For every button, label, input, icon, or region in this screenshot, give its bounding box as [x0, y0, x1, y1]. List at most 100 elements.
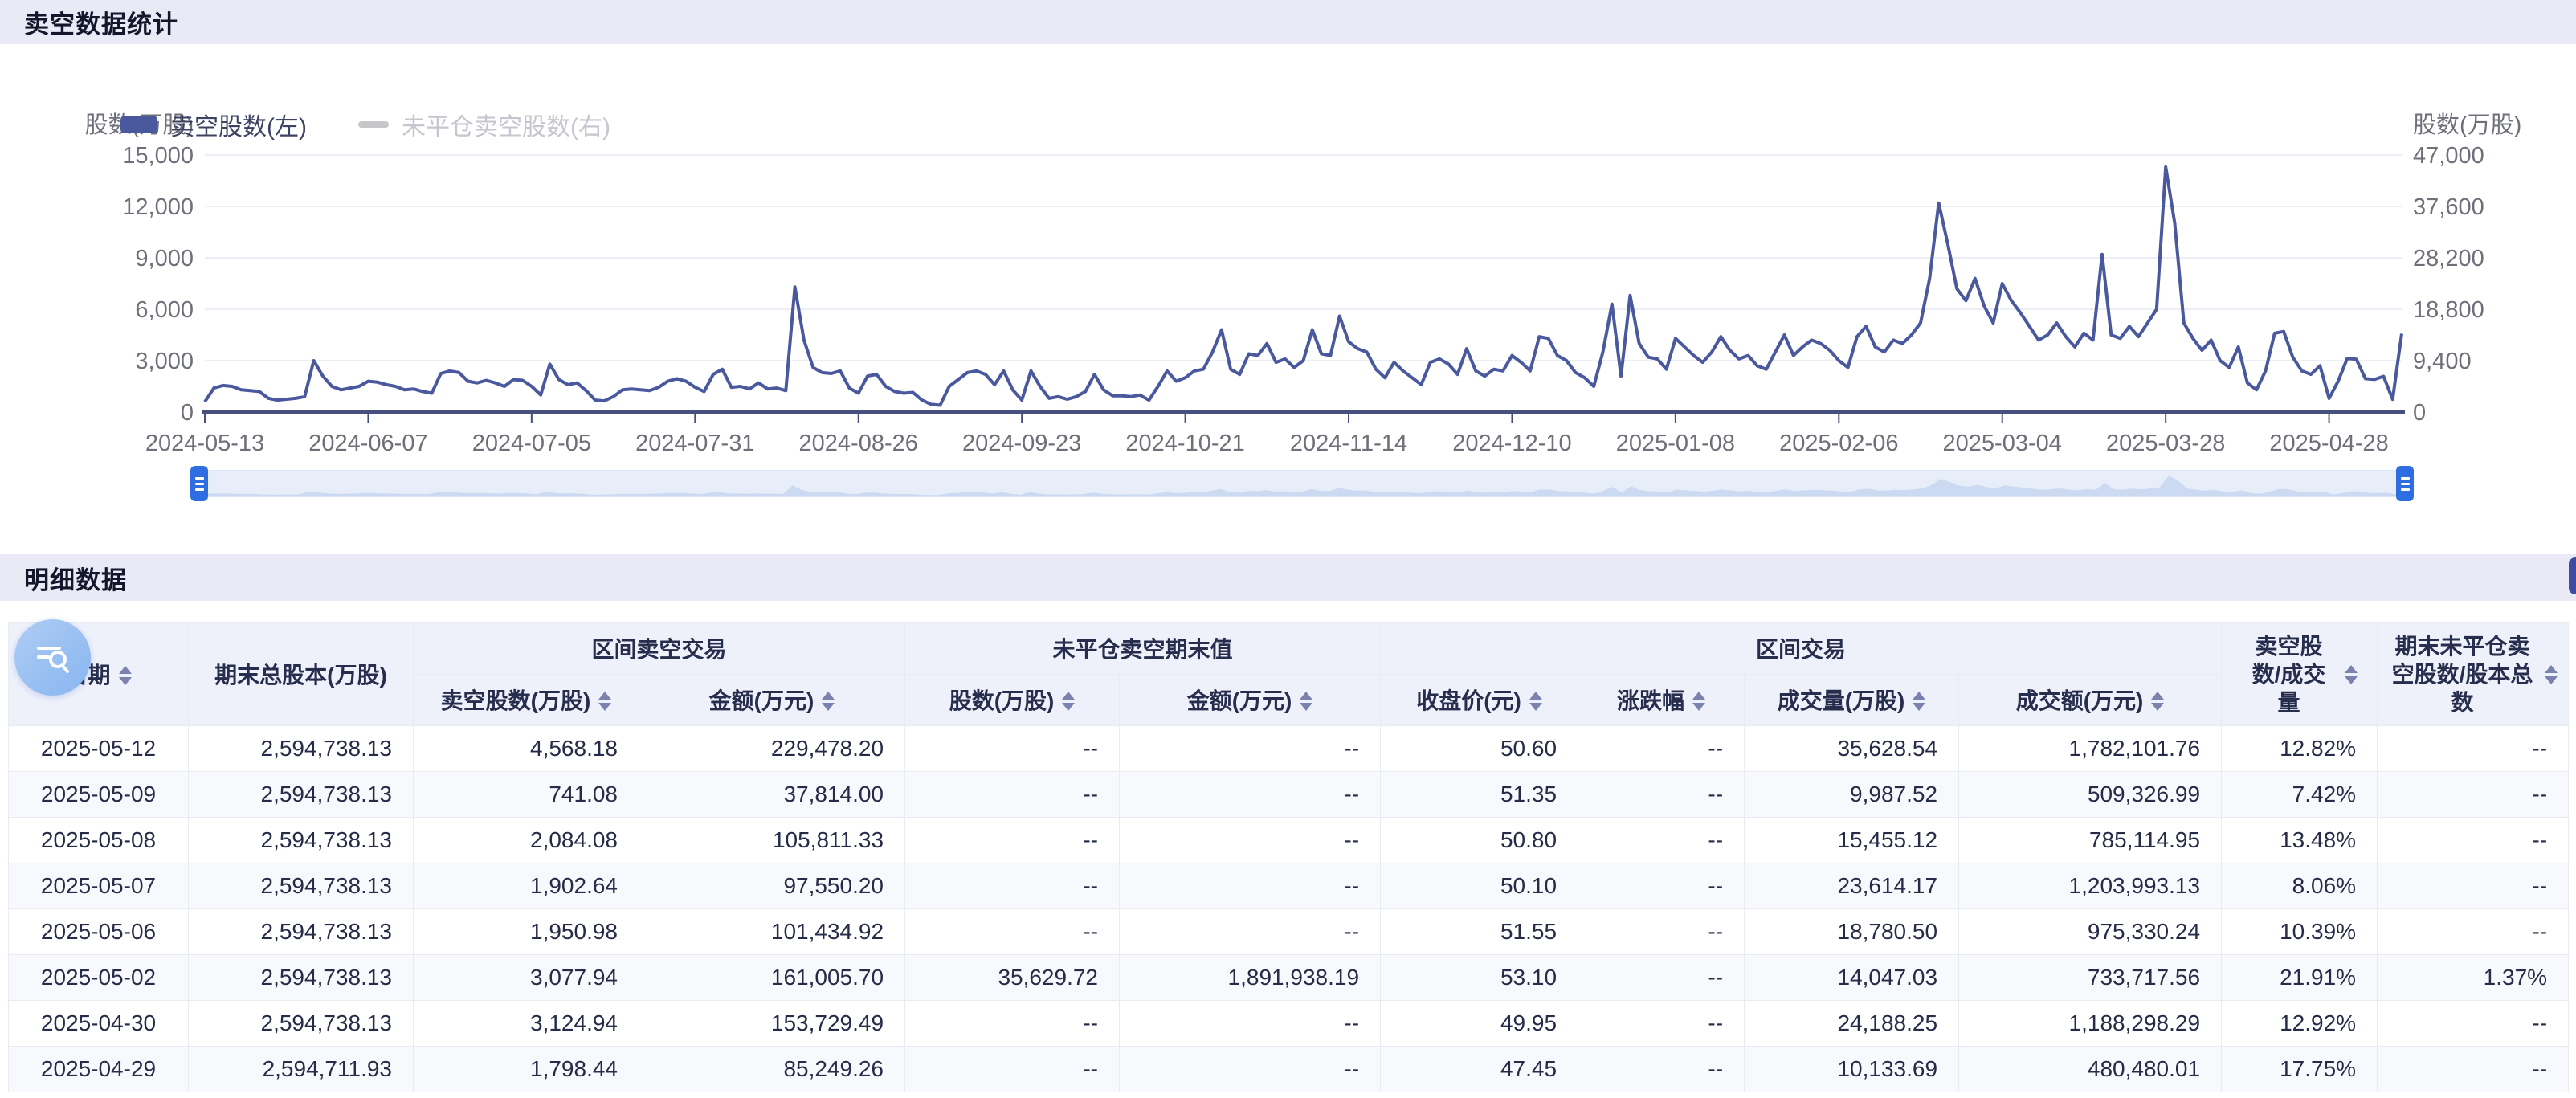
- cell-value: 12.92%: [2222, 1001, 2378, 1047]
- cell-value: --: [2378, 1047, 2569, 1092]
- col-g2-0[interactable]: 收盘价(元): [1381, 675, 1578, 726]
- cell-value: 1.37%: [2378, 955, 2569, 1001]
- col-g2-1[interactable]: 涨跌幅: [1578, 675, 1745, 726]
- cell-value: 4,568.18: [414, 726, 639, 772]
- cell-value: --: [1120, 726, 1381, 772]
- cell-date: 2025-04-30: [9, 1001, 189, 1047]
- cell-value: 1,891,938.19: [1120, 955, 1381, 1001]
- cell-value: 3,077.94: [414, 955, 639, 1001]
- svg-text:2024-12-10: 2024-12-10: [1452, 431, 1571, 456]
- detail-table: 日期期末总股本(万股)区间卖空交易未平仓卖空期末值区间交易卖空股数/成交量期末未…: [8, 622, 2569, 1092]
- column-label: 未平仓卖空期末值: [1053, 635, 1233, 663]
- cell-value: 153,729.49: [639, 1001, 905, 1047]
- cell-value: 35,628.54: [1745, 726, 1959, 772]
- table-row: 2025-04-292,594,711.931,798.4485,249.26-…: [9, 1047, 2569, 1092]
- column-label: 成交额(万元): [2016, 687, 2144, 715]
- table-filter-button[interactable]: [14, 619, 91, 696]
- cell-value: 509,326.99: [1959, 772, 2222, 818]
- cell-value: 2,594,711.93: [189, 1047, 414, 1092]
- cell-value: 37,814.00: [639, 772, 905, 818]
- edge-widget-sliver[interactable]: [2569, 557, 2576, 594]
- legend-swatch: [120, 116, 157, 133]
- cell-value: 21.91%: [2222, 955, 2378, 1001]
- column-label: 金额(万元): [709, 687, 814, 715]
- cell-value: 9,987.52: [1745, 772, 1959, 818]
- cell-value: 24,188.25: [1745, 1001, 1959, 1047]
- cell-value: 2,084.08: [414, 818, 639, 863]
- sort-icons: [1913, 692, 1925, 711]
- cell-value: 1,798.44: [414, 1047, 639, 1092]
- sort-icons: [598, 692, 611, 711]
- cell-value: 1,188,298.29: [1959, 1001, 2222, 1047]
- column-label: 卖空股数(万股): [441, 687, 591, 715]
- cell-value: 23,614.17: [1745, 863, 1959, 909]
- sort-icons: [822, 692, 835, 711]
- chart-legend: 卖空股数(左) 未平仓卖空股数(右): [120, 107, 610, 142]
- cell-value: --: [2378, 1001, 2569, 1047]
- cell-value: 1,203,993.13: [1959, 863, 2222, 909]
- cell-value: 49.95: [1381, 1001, 1578, 1047]
- svg-text:2024-08-26: 2024-08-26: [799, 431, 918, 456]
- cell-value: --: [1578, 863, 1745, 909]
- cell-value: 480,480.01: [1959, 1047, 2222, 1092]
- cell-value: 12.82%: [2222, 726, 2378, 772]
- svg-text:2025-01-08: 2025-01-08: [1616, 431, 1735, 456]
- svg-text:2024-07-05: 2024-07-05: [472, 431, 591, 456]
- datazoom-slider[interactable]: [199, 470, 2405, 497]
- svg-text:0: 0: [2413, 400, 2426, 426]
- sort-icons: [1062, 692, 1075, 711]
- cell-value: --: [1120, 909, 1381, 955]
- stats-section-header: 卖空数据统计: [0, 0, 2576, 44]
- cell-value: 1,902.64: [414, 863, 639, 909]
- datazoom-right-handle[interactable]: [2396, 466, 2414, 501]
- col-g0-0[interactable]: 卖空股数(万股): [414, 675, 639, 726]
- short-selling-chart: 15,00047,00012,00037,6009,00028,2006,000…: [0, 44, 2576, 554]
- sort-icons: [2151, 692, 2164, 711]
- col-g2-2[interactable]: 成交量(万股): [1745, 675, 1959, 726]
- legend-item-1[interactable]: 未平仓卖空股数(右): [358, 107, 610, 142]
- cell-value: 105,811.33: [639, 818, 905, 863]
- cell-value: --: [1120, 1001, 1381, 1047]
- legend-label: 未平仓卖空股数(右): [402, 107, 610, 142]
- stats-section-title: 卖空数据统计: [24, 4, 178, 40]
- datazoom-left-handle[interactable]: [190, 466, 208, 501]
- short-selling-dashboard: 卖空数据统计 15,00047,00012,00037,6009,00028,2…: [0, 0, 2576, 1098]
- cell-value: --: [905, 1047, 1120, 1092]
- cell-date: 2025-05-08: [9, 818, 189, 863]
- svg-text:2025-03-04: 2025-03-04: [1943, 431, 2062, 456]
- cell-date: 2025-05-12: [9, 726, 189, 772]
- cell-value: --: [1578, 909, 1745, 955]
- col-ratio-open-capital[interactable]: 期末未平仓卖空股数/股本总数: [2378, 623, 2569, 726]
- col-ratio-short-turnover[interactable]: 卖空股数/成交量: [2222, 623, 2378, 726]
- col-g2-3[interactable]: 成交额(万元): [1959, 675, 2222, 726]
- svg-text:15,000: 15,000: [122, 143, 194, 169]
- cell-value: --: [2378, 818, 2569, 863]
- cell-value: --: [905, 772, 1120, 818]
- legend-swatch: [358, 121, 389, 128]
- column-label: 区间卖空交易: [592, 635, 727, 663]
- column-label: 股数(万股): [949, 687, 1055, 715]
- cell-value: 35,629.72: [905, 955, 1120, 1001]
- filter-search-icon: [32, 637, 74, 679]
- svg-text:2024-10-21: 2024-10-21: [1125, 431, 1244, 456]
- cell-value: 47.45: [1381, 1047, 1578, 1092]
- table-row: 2025-05-072,594,738.131,902.6497,550.20-…: [9, 863, 2569, 909]
- sort-icons: [1692, 692, 1705, 711]
- column-label: 成交量(万股): [1778, 687, 1905, 715]
- col-total-share: 期末总股本(万股): [189, 623, 414, 726]
- cell-value: 18,780.50: [1745, 909, 1959, 955]
- svg-text:37,600: 37,600: [2413, 194, 2484, 220]
- group-2: 区间交易: [1381, 623, 2222, 675]
- column-label: 期末未平仓卖空股数/股本总数: [2388, 632, 2537, 716]
- cell-date: 2025-04-29: [9, 1047, 189, 1092]
- svg-text:2025-02-06: 2025-02-06: [1779, 431, 1898, 456]
- cell-value: 51.35: [1381, 772, 1578, 818]
- col-g0-1[interactable]: 金额(万元): [639, 675, 905, 726]
- detail-section-title: 明细数据: [24, 560, 127, 596]
- svg-text:2024-06-07: 2024-06-07: [308, 431, 427, 456]
- legend-label: 卖空股数(左): [170, 107, 307, 142]
- cell-date: 2025-05-09: [9, 772, 189, 818]
- col-g1-1[interactable]: 金额(万元): [1120, 675, 1381, 726]
- col-g1-0[interactable]: 股数(万股): [905, 675, 1120, 726]
- legend-item-0[interactable]: 卖空股数(左): [120, 107, 307, 142]
